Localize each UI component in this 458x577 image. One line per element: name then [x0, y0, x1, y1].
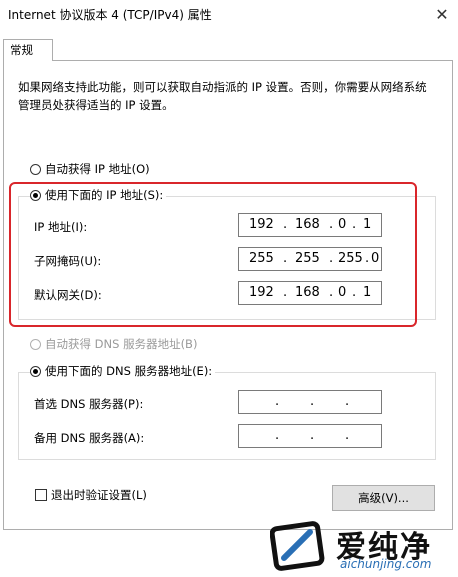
- alternate-dns-field[interactable]: . . .: [238, 424, 382, 448]
- preferred-dns-field[interactable]: . . .: [238, 390, 382, 414]
- close-icon[interactable]: ✕: [430, 3, 454, 27]
- validate-label: 退出时验证设置(L): [51, 488, 147, 502]
- manual-dns-radio[interactable]: [30, 365, 41, 377]
- validate-checkbox[interactable]: [35, 489, 47, 501]
- window-title: Internet 协议版本 4 (TCP/IPv4) 属性: [8, 8, 212, 22]
- title-bar: Internet 协议版本 4 (TCP/IPv4) 属性 ✕: [0, 0, 458, 30]
- alternate-dns-label: 备用 DNS 服务器(A):: [34, 431, 145, 445]
- auto-dns-radio: [30, 338, 41, 350]
- pdns-dot-2: .: [310, 394, 315, 409]
- manual-dns-option[interactable]: 使用下面的 DNS 服务器地址(E):: [30, 363, 216, 379]
- auto-ip-option[interactable]: 自动获得 IP 地址(O): [30, 161, 150, 177]
- auto-ip-radio[interactable]: [30, 163, 41, 175]
- highlight-box: [9, 182, 417, 327]
- adns-dot-2: .: [310, 428, 315, 443]
- description-text: 如果网络支持此功能，则可以获取自动指派的 IP 设置。否则，你需要从网络系统管理…: [18, 80, 427, 112]
- preferred-dns-label: 首选 DNS 服务器(P):: [34, 397, 144, 411]
- validate-on-exit-option[interactable]: 退出时验证设置(L): [35, 487, 147, 503]
- auto-dns-option: 自动获得 DNS 服务器地址(B): [30, 336, 197, 352]
- advanced-button[interactable]: 高级(V)...: [332, 485, 435, 511]
- pdns-dot-3: .: [345, 394, 350, 409]
- manual-dns-label: 使用下面的 DNS 服务器地址(E):: [45, 364, 213, 378]
- tab-general[interactable]: 常规: [3, 39, 53, 61]
- pdns-dot-1: .: [275, 394, 280, 409]
- auto-ip-label: 自动获得 IP 地址(O): [45, 162, 150, 176]
- watermark-logo: [270, 521, 325, 571]
- adns-dot-3: .: [345, 428, 350, 443]
- adns-dot-1: .: [275, 428, 280, 443]
- watermark-url: aichunjing.com: [340, 557, 432, 571]
- auto-dns-label: 自动获得 DNS 服务器地址(B): [45, 337, 198, 351]
